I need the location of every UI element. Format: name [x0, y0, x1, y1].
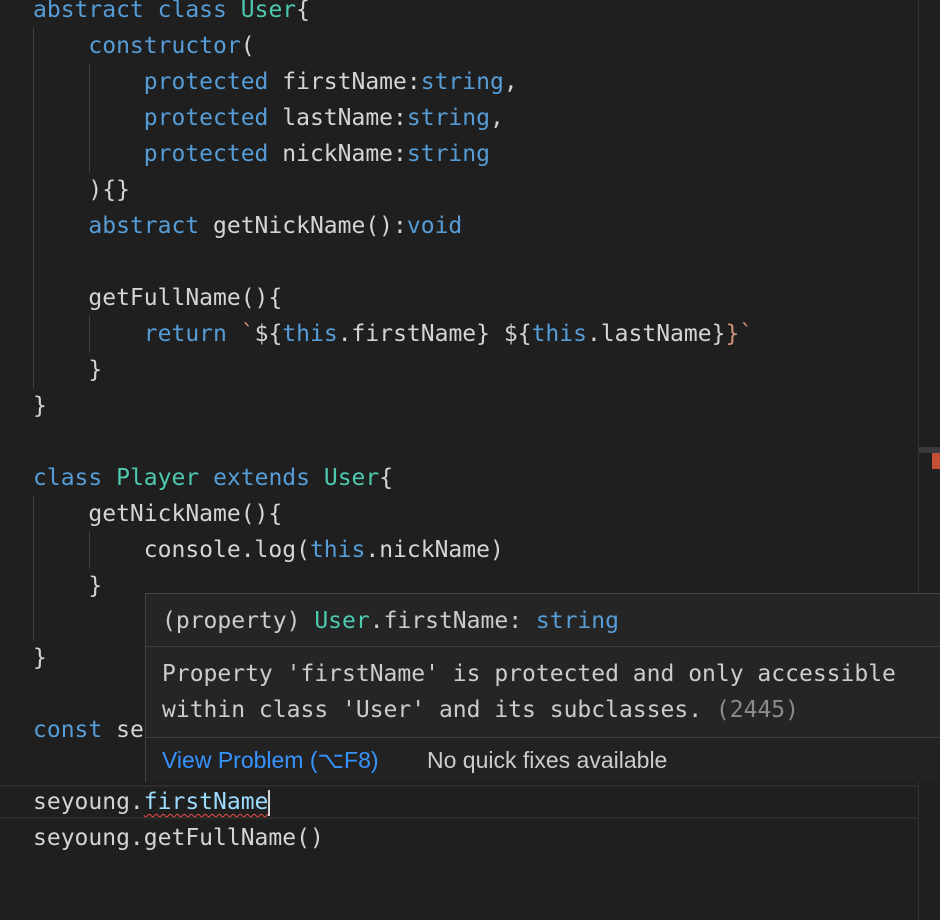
code-token: abstract — [88, 213, 200, 239]
code-line[interactable]: constructor( — [33, 28, 255, 64]
code-token: constructor — [88, 33, 241, 59]
code-token: User — [240, 0, 297, 23]
code-token: { — [379, 465, 394, 491]
code-token: void — [406, 213, 463, 239]
code-token: string — [406, 141, 490, 167]
code-token: firstName: — [268, 69, 421, 95]
code-token: console.log( — [33, 537, 310, 563]
hover-message-line2: within class 'User' and its subclasses. — [162, 697, 703, 723]
hover-signature: (property) User.firstName: string — [162, 602, 619, 640]
text-cursor — [268, 789, 271, 816]
hover-message-line1: Property 'firstName' is protected and on… — [162, 661, 896, 687]
signature-token: .firstName: — [369, 608, 536, 634]
hover-tooltip: (property) User.firstName: string Proper… — [145, 593, 940, 782]
code-line[interactable]: class Player extends User{ — [33, 460, 393, 496]
code-token: ` — [240, 321, 255, 347]
code-token: this — [309, 537, 366, 563]
code-token: extends — [213, 465, 310, 491]
code-token: } — [33, 573, 103, 599]
code-token: abstract — [33, 0, 144, 23]
code-line[interactable]: } — [33, 640, 47, 676]
code-token: getNickName(){ — [33, 501, 283, 527]
code-line[interactable]: seyoung.getFullName() — [33, 820, 324, 856]
code-token: protected — [143, 105, 269, 131]
code-token: this — [282, 321, 338, 347]
code-token: class — [33, 465, 103, 491]
code-token: Player — [116, 465, 200, 491]
code-token: { — [296, 0, 310, 23]
code-line[interactable]: const se — [33, 712, 144, 748]
code-token: } — [33, 357, 103, 383]
code-token: protected — [143, 69, 269, 95]
code-token: }` — [725, 321, 754, 347]
code-token: string — [420, 69, 504, 95]
hover-action-bar: View Problem (⌥F8) No quick fixes availa… — [146, 737, 940, 782]
code-token: string — [406, 105, 490, 131]
code-token: , — [503, 69, 518, 95]
signature-token: User — [314, 608, 370, 634]
vertical-scrollbar[interactable] — [918, 0, 940, 920]
code-line[interactable]: getFullName(){ — [33, 280, 282, 316]
code-token: ( — [240, 33, 255, 59]
signature-token: string — [535, 608, 619, 634]
code-line[interactable]: return `${this.firstName} ${this.lastNam… — [33, 316, 753, 352]
code-token: .lastName} — [586, 321, 726, 347]
code-line[interactable]: getNickName(){ — [33, 496, 282, 532]
code-token: return — [143, 321, 227, 347]
code-token: seyoung.getFullName() — [33, 825, 324, 851]
no-quick-fixes-label: No quick fixes available — [427, 747, 668, 773]
code-token: ${ — [254, 321, 283, 347]
code-token: const — [33, 717, 103, 743]
code-token: .nickName) — [365, 537, 504, 563]
code-token: seyoung. — [33, 789, 144, 815]
code-line[interactable]: console.log(this.nickName) — [33, 532, 504, 568]
code-token: } — [33, 645, 47, 671]
code-token: , — [489, 105, 504, 131]
code-line[interactable]: } — [33, 352, 102, 388]
code-token: } — [33, 393, 47, 419]
code-editor[interactable]: abstract class User{ constructor( protec… — [0, 0, 918, 920]
hover-message: Property 'firstName' is protected and on… — [162, 656, 896, 728]
code-line[interactable]: ){} — [33, 172, 130, 208]
code-token: class — [157, 0, 227, 23]
error-token: firstName — [143, 789, 269, 815]
code-token: nickName: — [268, 141, 407, 167]
code-line[interactable]: protected nickName:string — [33, 136, 490, 172]
code-token: protected — [143, 141, 269, 167]
error-code: (2445) — [715, 697, 799, 723]
signature-token: (property) — [162, 608, 315, 634]
code-line[interactable]: abstract class User{ — [33, 0, 310, 28]
code-line[interactable]: seyoung.firstName — [33, 784, 271, 820]
code-token: getFullName(){ — [33, 285, 283, 311]
code-line[interactable]: protected firstName:string, — [33, 64, 518, 100]
code-line[interactable]: } — [33, 388, 47, 424]
code-token: ){} — [33, 177, 130, 203]
code-line[interactable]: abstract getNickName():void — [33, 208, 462, 244]
code-token: .firstName} ${ — [337, 321, 532, 347]
hover-divider — [146, 646, 940, 647]
code-token: getNickName(): — [199, 213, 407, 239]
view-problem-link[interactable]: View Problem (⌥F8) — [162, 747, 379, 774]
code-token: se — [102, 717, 144, 743]
code-token: lastName: — [268, 105, 407, 131]
code-token: User — [323, 465, 380, 491]
code-line[interactable]: } — [33, 568, 102, 604]
code-token: this — [531, 321, 587, 347]
error-marker — [932, 453, 940, 469]
code-line[interactable]: protected lastName:string, — [33, 100, 504, 136]
